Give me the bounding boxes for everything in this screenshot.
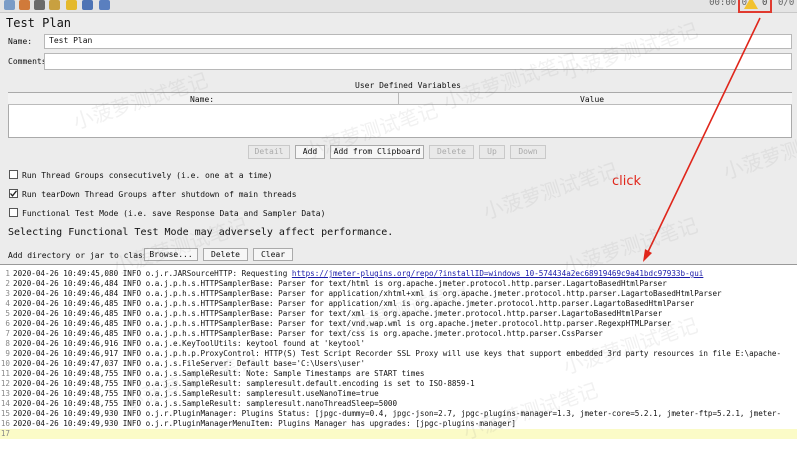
log-text: 2020-04-26 10:49:45,080 INFO o.j.r.JARSo…	[13, 269, 292, 278]
watermark: 小菠萝测试笔记	[560, 17, 701, 84]
log-line: 10 2020-04-26 10:49:47,037 INFO o.a.j.s.F…	[0, 359, 797, 369]
log-text: 2020-04-26 10:49:46,917 INFO o.a.j.p.h.p…	[13, 349, 782, 358]
line-number: 6	[5, 319, 10, 328]
log-link[interactable]: https://jmeter-plugins.org/repo/?install…	[292, 269, 703, 278]
line-number: 9	[5, 349, 10, 358]
log-text: 2020-04-26 10:49:46,485 INFO o.a.j.p.h.s…	[13, 329, 603, 338]
functional-mode-checkbox[interactable]	[9, 208, 18, 217]
run-consecutively-checkbox[interactable]	[9, 170, 18, 179]
log-line: 4 2020-04-26 10:49:46,485 INFO o.a.j.p.h.…	[0, 299, 797, 309]
name-label: Name:	[8, 37, 33, 46]
line-number: 7	[5, 329, 10, 338]
log-line: 2 2020-04-26 10:49:46,484 INFO o.a.j.p.h.…	[0, 279, 797, 289]
classpath-delete-button[interactable]: Delete	[203, 248, 248, 261]
udv-title: User Defined Variables	[355, 81, 461, 90]
line-number: 3	[5, 289, 10, 298]
log-line: 14 2020-04-26 10:49:48,755 INFO o.a.j.s.S…	[0, 399, 797, 409]
log-text: 2020-04-26 10:49:49,930 INFO o.j.r.Plugi…	[13, 419, 516, 428]
log-text: 2020-04-26 10:49:48,755 INFO o.a.j.s.Sam…	[13, 369, 425, 378]
line-number: 8	[5, 339, 10, 348]
down-button[interactable]: Down	[510, 145, 546, 159]
log-text: 2020-04-26 10:49:46,916 INFO o.a.j.e.Key…	[13, 339, 366, 348]
browse-button[interactable]: Browse...	[144, 248, 198, 261]
column-value-header[interactable]: Value	[580, 95, 604, 104]
add-from-clipboard-button[interactable]: Add from Clipboard	[330, 145, 424, 159]
functional-mode-label: Functional Test Mode (i.e. save Response…	[22, 209, 326, 218]
log-text: 2020-04-26 10:49:46,485 INFO o.a.j.p.h.s…	[13, 319, 672, 328]
delete-button[interactable]: Delete	[429, 145, 474, 159]
line-number: 5	[5, 309, 10, 318]
log-panel[interactable]: 1 2020-04-26 10:49:45,080 INFO o.j.r.JARS…	[0, 264, 797, 451]
run-icon[interactable]	[66, 0, 77, 10]
run-teardown-checkbox[interactable]	[9, 189, 18, 198]
line-number: 2	[5, 279, 10, 288]
list-icon[interactable]	[82, 0, 93, 10]
log-line: 7 2020-04-26 10:49:46,485 INFO o.a.j.p.h.…	[0, 329, 797, 339]
help-icon[interactable]	[99, 0, 110, 10]
run-teardown-label: Run tearDown Thread Groups after shutdow…	[22, 190, 297, 199]
open-icon[interactable]	[4, 0, 15, 10]
column-name-header[interactable]: Name:	[190, 95, 214, 104]
line-number: 11	[0, 369, 10, 378]
log-text: 2020-04-26 10:49:48,755 INFO o.a.j.s.Sam…	[13, 389, 379, 398]
log-line: 1 2020-04-26 10:49:45,080 INFO o.j.r.JARS…	[0, 269, 797, 279]
log-line: 13 2020-04-26 10:49:48,755 INFO o.a.j.s.S…	[0, 389, 797, 399]
log-line: 5 2020-04-26 10:49:46,485 INFO o.a.j.p.h.…	[0, 309, 797, 319]
log-line: 6 2020-04-26 10:49:46,485 INFO o.a.j.p.h.…	[0, 319, 797, 329]
log-text: 2020-04-26 10:49:49,930 INFO o.j.r.Plugi…	[13, 409, 782, 418]
line-number: 4	[5, 299, 10, 308]
line-number: 1	[5, 269, 10, 278]
log-text: 2020-04-26 10:49:46,484 INFO o.a.j.p.h.s…	[13, 279, 667, 288]
line-number: 12	[0, 379, 10, 388]
panel-title: Test Plan	[6, 16, 72, 30]
log-line: 8 2020-04-26 10:49:46,916 INFO o.a.j.e.Ke…	[0, 339, 797, 349]
line-number: 10	[0, 359, 10, 368]
line-number: 13	[0, 389, 10, 398]
save-icon[interactable]	[19, 0, 30, 10]
log-text: 2020-04-26 10:49:46,485 INFO o.a.j.p.h.s…	[13, 309, 663, 318]
log-line: 17	[0, 429, 797, 439]
udv-header	[8, 93, 792, 105]
log-line: 9 2020-04-26 10:49:46,917 INFO o.a.j.p.h.…	[0, 349, 797, 359]
log-line: 12 2020-04-26 10:49:48,755 INFO o.a.j.s.S…	[0, 379, 797, 389]
line-number: 17	[0, 429, 10, 438]
log-text: 2020-04-26 10:49:46,484 INFO o.a.j.p.h.s…	[13, 289, 722, 298]
log-line: 16 2020-04-26 10:49:49,930 INFO o.j.r.Plu…	[0, 419, 797, 429]
click-annotation: click	[612, 174, 642, 189]
log-text: 2020-04-26 10:49:46,485 INFO o.a.j.p.h.s…	[13, 299, 695, 308]
name-field[interactable]: Test Plan	[44, 34, 792, 49]
log-text: 2020-04-26 10:49:48,755 INFO o.a.j.s.Sam…	[13, 399, 398, 408]
log-text: 2020-04-26 10:49:48,755 INFO o.a.j.s.Sam…	[13, 379, 475, 388]
log-line: 3 2020-04-26 10:49:46,484 INFO o.a.j.p.h.…	[0, 289, 797, 299]
paste-icon[interactable]	[49, 0, 60, 10]
highlight-box	[738, 0, 772, 13]
cut-icon[interactable]	[34, 0, 45, 10]
add-button[interactable]: Add	[295, 145, 325, 159]
watermark: 小菠萝测试笔记	[480, 157, 621, 224]
log-line: 11 2020-04-26 10:49:48,755 INFO o.a.j.s.S…	[0, 369, 797, 379]
column-divider[interactable]	[398, 93, 399, 105]
run-consecutively-label: Run Thread Groups consecutively (i.e. on…	[22, 171, 273, 180]
line-number: 14	[0, 399, 10, 408]
log-line: 15 2020-04-26 10:49:49,930 INFO o.j.r.Plu…	[0, 409, 797, 419]
clear-button[interactable]: Clear	[253, 248, 293, 261]
checkmark-icon	[10, 190, 18, 197]
line-number: 15	[0, 409, 10, 418]
up-button[interactable]: Up	[479, 145, 505, 159]
comments-field[interactable]	[44, 53, 792, 70]
thread-count: 0/0	[778, 0, 795, 8]
performance-warning: Selecting Functional Test Mode may adver…	[8, 227, 394, 238]
toolbar	[0, 0, 797, 13]
log-text: 2020-04-26 10:49:47,037 INFO o.a.j.s.Fil…	[13, 359, 366, 368]
detail-button[interactable]: Detail	[248, 145, 290, 159]
line-number: 16	[0, 419, 10, 428]
